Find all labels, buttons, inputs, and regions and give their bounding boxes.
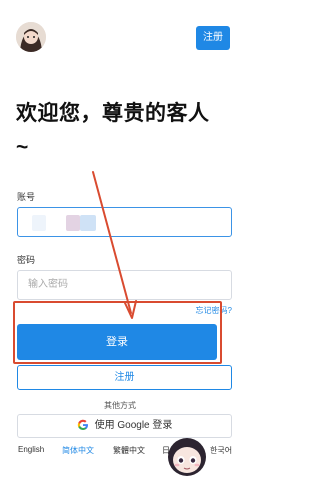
avatar[interactable]: [16, 22, 46, 52]
header-register-button[interactable]: 注册: [196, 26, 230, 50]
lang-korean[interactable]: 한국어: [210, 445, 232, 456]
google-login-label: 使用 Google 登录: [94, 420, 173, 431]
lang-simplified-chinese[interactable]: 简体中文: [62, 445, 94, 456]
mascot-sticker-icon: [167, 435, 207, 477]
redacted-account-value: [80, 215, 96, 231]
lang-traditional-chinese[interactable]: 繁體中文: [113, 445, 145, 456]
password-field[interactable]: 输入密码: [17, 270, 232, 300]
login-button[interactable]: 登录: [17, 324, 217, 360]
welcome-title: 欢迎您，尊贵的客人 ~: [16, 102, 210, 159]
google-g-icon: [77, 420, 88, 431]
login-page: 注册 欢迎您，尊贵的客人 ~ 账号 密码 输入密码 忘记密码? 登录 注册 其他…: [0, 0, 240, 480]
password-label: 密码: [17, 255, 36, 265]
redacted-account-value: [66, 215, 80, 231]
user-avatar-icon: [16, 22, 46, 52]
account-field[interactable]: [17, 207, 232, 237]
other-methods-label: 其他方式: [104, 401, 136, 410]
account-label: 账号: [17, 192, 36, 202]
lang-english[interactable]: English: [18, 445, 44, 454]
redacted-account-value: [32, 215, 46, 231]
forgot-password-link[interactable]: 忘记密码?: [196, 305, 232, 316]
register-button[interactable]: 注册: [17, 365, 232, 390]
password-placeholder: 输入密码: [28, 279, 68, 290]
